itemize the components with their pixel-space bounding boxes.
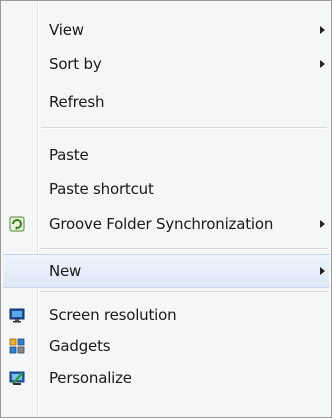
menu-item-label: Groove Folder Synchronization: [49, 215, 274, 233]
submenu-arrow-icon: [320, 220, 325, 228]
menu-item-screen-resolution[interactable]: Screen resolution: [3, 298, 329, 332]
menu-item-label: Refresh: [49, 93, 105, 111]
menu-item-groove-folder-synchronization[interactable]: Groove Folder Synchronization: [3, 207, 329, 241]
menu-item-paste[interactable]: Paste: [3, 138, 329, 172]
menu-item-label: View: [49, 21, 84, 39]
personalize-icon: [9, 370, 25, 386]
menu-item-label: Screen resolution: [49, 306, 177, 324]
gadgets-icon: [9, 338, 25, 354]
menu-separator: [41, 291, 327, 293]
menu-item-label: Sort by: [49, 55, 102, 73]
menu-item-refresh[interactable]: Refresh: [3, 85, 329, 119]
menu-item-view[interactable]: View: [3, 13, 329, 47]
menu-item-label: New: [49, 262, 82, 280]
submenu-arrow-icon: [320, 267, 325, 275]
menu-item-sort-by[interactable]: Sort by: [3, 47, 329, 81]
submenu-arrow-icon: [320, 26, 325, 34]
menu-item-label: Paste shortcut: [49, 180, 154, 198]
menu-item-label: Personalize: [49, 369, 132, 387]
menu-item-new[interactable]: New: [3, 254, 329, 288]
menu-separator: [41, 248, 327, 250]
menu-item-personalize[interactable]: Personalize: [3, 361, 329, 395]
submenu-arrow-icon: [320, 60, 325, 68]
menu-item-label: Gadgets: [49, 337, 111, 355]
menu-separator: [41, 127, 327, 129]
display-icon: [9, 307, 25, 323]
desktop-context-menu: View Sort by Refresh Paste Paste shortcu…: [0, 0, 332, 418]
menu-item-label: Paste: [49, 146, 89, 164]
groove-icon: [9, 216, 25, 232]
menu-item-paste-shortcut[interactable]: Paste shortcut: [3, 172, 329, 206]
menu-item-gadgets[interactable]: Gadgets: [3, 329, 329, 363]
